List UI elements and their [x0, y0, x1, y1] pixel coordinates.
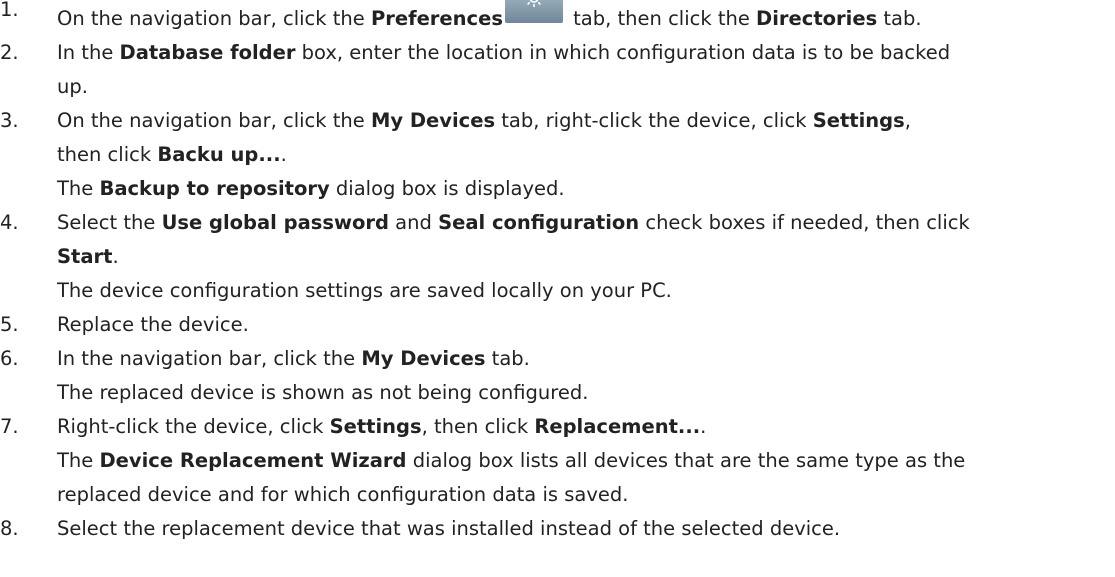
- directories-label: Directories: [756, 7, 878, 30]
- step-2: 2. In the Database folder box, enter the…: [0, 36, 1115, 104]
- procedure-steps: 1. On the navigation bar, click the Pref…: [0, 0, 1115, 546]
- step-text: On the navigation bar, click the My Devi…: [57, 104, 1115, 138]
- step-result: The replaced device is shown as not bein…: [57, 381, 589, 404]
- step-text: In the Database folder box, enter the lo…: [57, 36, 1115, 70]
- step-7: 7. Right-click the device, click Setting…: [0, 410, 1115, 512]
- step-text: On the navigation bar, click the Prefere…: [57, 0, 1115, 36]
- step-3: 3. On the navigation bar, click the My D…: [0, 104, 1115, 206]
- step-number: 4.: [0, 211, 19, 234]
- step-number: 3.: [0, 109, 19, 132]
- text-run: dialog box is displayed.: [329, 177, 565, 200]
- step-5: 5. Replace the device.: [0, 308, 1115, 342]
- step-number: 2.: [0, 41, 19, 64]
- text-run: then click: [57, 143, 158, 166]
- use-global-password-label: Use global password: [161, 211, 389, 234]
- text-run: , then click: [421, 415, 535, 438]
- text-run: In the navigation bar, click the: [57, 347, 362, 370]
- step-text: In the navigation bar, click the My Devi…: [57, 342, 1115, 376]
- text-run: Right-click the device, click: [57, 415, 330, 438]
- step-number: 1.: [0, 0, 19, 21]
- step-number: 5.: [0, 313, 19, 336]
- step-result-continued: replaced device and for which configurat…: [57, 483, 629, 506]
- text-run: tab.: [877, 7, 922, 30]
- text-run: The: [57, 449, 100, 472]
- text-run: On the navigation bar, click the: [57, 7, 371, 30]
- step-text: Select the replacement device that was i…: [57, 517, 841, 540]
- step-result: The Device Replacement Wizard dialog box…: [57, 444, 1115, 478]
- device-replacement-wizard-label: Device Replacement Wizard: [99, 449, 407, 472]
- preferences-label: Preferences: [370, 7, 503, 30]
- my-devices-label: My Devices: [370, 109, 496, 132]
- text-run: On the navigation bar, click the: [57, 109, 371, 132]
- settings-label: Settings: [329, 415, 422, 438]
- step-4: 4. Select the Use global password and Se…: [0, 206, 1115, 308]
- step-result: The Backup to repository dialog box is d…: [57, 172, 1115, 206]
- text-run: dialog box lists all devices that are th…: [406, 449, 966, 472]
- database-folder-label: Database folder: [119, 41, 296, 64]
- settings-label: Settings: [812, 109, 905, 132]
- backup-dialog-label: Backup to repository: [99, 177, 330, 200]
- seal-configuration-label: Seal configuration: [438, 211, 640, 234]
- preferences-icon: [504, 0, 563, 23]
- document-page: 1. On the navigation bar, click the Pref…: [0, 0, 1115, 570]
- step-text: Replace the device.: [57, 313, 249, 336]
- text-run: tab, right-click the device, click: [495, 109, 813, 132]
- step-result: The device configuration settings are sa…: [57, 279, 672, 302]
- text-run: .: [280, 143, 287, 166]
- text-run: The: [57, 177, 100, 200]
- step-text-continued: Start.: [57, 240, 1115, 274]
- step-text-continued: up.: [57, 75, 88, 98]
- text-run: box, enter the location in which configu…: [295, 41, 951, 64]
- step-number: 7.: [0, 415, 19, 438]
- step-6: 6. In the navigation bar, click the My D…: [0, 342, 1115, 410]
- text-run: .: [700, 415, 707, 438]
- replacement-label: Replacement...: [534, 415, 701, 438]
- step-text-continued: then click Backu up....: [57, 138, 1115, 172]
- step-text: Select the Use global password and Seal …: [57, 206, 1115, 240]
- start-label: Start: [57, 245, 113, 268]
- text-run: and: [388, 211, 439, 234]
- step-1: 1. On the navigation bar, click the Pref…: [0, 0, 1115, 36]
- backup-label: Backu up...: [157, 143, 281, 166]
- my-devices-label: My Devices: [361, 347, 486, 370]
- text-run: .: [112, 245, 119, 268]
- step-8: 8. Select the replacement device that wa…: [0, 512, 1115, 546]
- text-run: Select the: [57, 211, 162, 234]
- step-number: 6.: [0, 347, 19, 370]
- text-run: check boxes if needed, then click: [639, 211, 970, 234]
- step-number: 8.: [0, 517, 19, 540]
- text-run: tab.: [485, 347, 530, 370]
- text-run: tab, then click the: [566, 7, 757, 30]
- step-text: Right-click the device, click Settings, …: [57, 410, 1115, 444]
- text-run: In the: [57, 41, 120, 64]
- text-run: ,: [904, 109, 911, 132]
- gear-icon: [526, 0, 541, 7]
